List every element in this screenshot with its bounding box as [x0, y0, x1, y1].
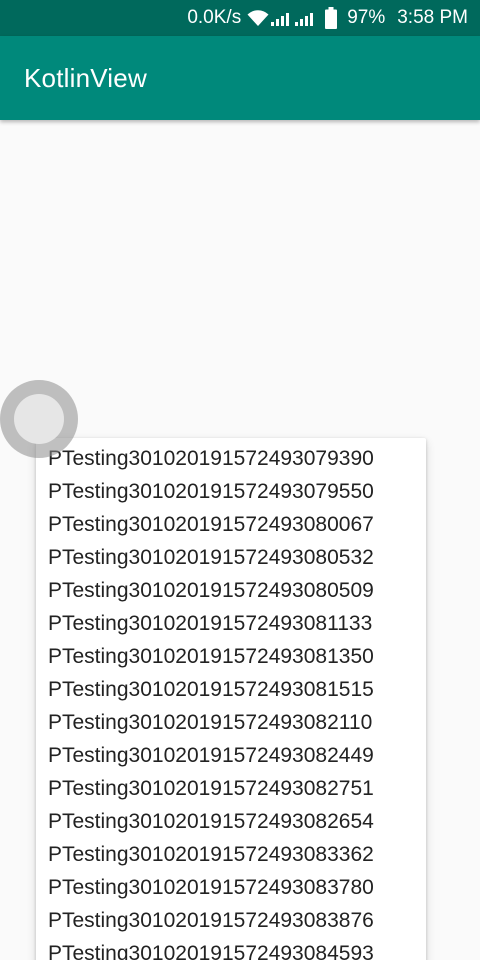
battery-icon	[325, 7, 338, 29]
list-item[interactable]: PTesting301020191572493082449	[36, 739, 426, 772]
touch-indicator	[0, 380, 78, 458]
list-item[interactable]: PTesting301020191572493082751	[36, 772, 426, 805]
list-item[interactable]: PTesting301020191572493082654	[36, 805, 426, 838]
list-item[interactable]: PTesting301020191572493080509	[36, 574, 426, 607]
list-item[interactable]: PTesting301020191572493083780	[36, 871, 426, 904]
list-item[interactable]: PTesting301020191572493079390	[36, 442, 426, 475]
list-item[interactable]: PTesting301020191572493080532	[36, 541, 426, 574]
signal-icon	[295, 10, 317, 26]
network-speed: 0.0K/s	[187, 7, 242, 28]
battery-percentage: 97%	[347, 7, 386, 28]
list-item[interactable]: PTesting301020191572493083362	[36, 838, 426, 871]
list-item[interactable]: PTesting301020191572493082110	[36, 706, 426, 739]
popup-list[interactable]: PTesting301020191572493079390 PTesting301…	[36, 438, 426, 960]
screen: 0.0K/s 97% 3:58 PM KotlinView PTesting30…	[0, 0, 480, 960]
list-item[interactable]: PTesting301020191572493081350	[36, 640, 426, 673]
list-item[interactable]: PTesting301020191572493081515	[36, 673, 426, 706]
app-bar: KotlinView	[0, 36, 480, 120]
signal-icon	[271, 10, 293, 26]
status-bar: 0.0K/s 97% 3:58 PM	[0, 0, 480, 36]
popup-items: PTesting301020191572493079390 PTesting301…	[36, 438, 426, 960]
app-title: KotlinView	[24, 62, 147, 93]
wifi-icon	[247, 9, 269, 27]
list-item[interactable]: PTesting301020191572493079550	[36, 475, 426, 508]
list-item[interactable]: PTesting301020191572493080067	[36, 508, 426, 541]
list-item[interactable]: PTesting301020191572493084593	[36, 937, 426, 960]
clock: 3:58 PM	[397, 7, 468, 28]
touch-indicator-center	[14, 394, 64, 444]
list-item[interactable]: PTesting301020191572493081133	[36, 607, 426, 640]
list-item[interactable]: PTesting301020191572493083876	[36, 904, 426, 937]
